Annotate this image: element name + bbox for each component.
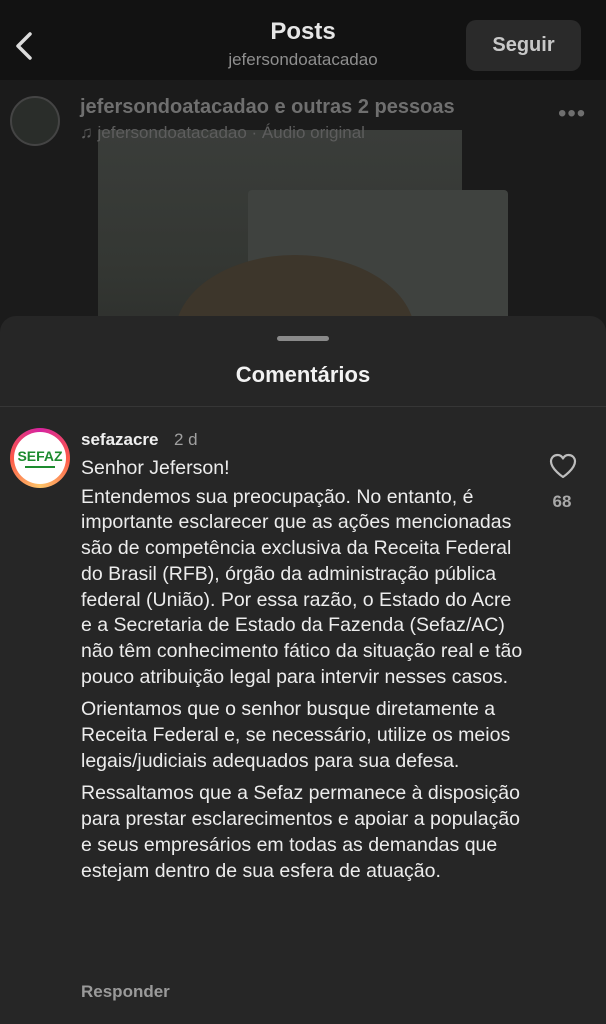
sheet-drag-handle[interactable] [277, 336, 329, 341]
audio-label: jefersondoatacadao · Áudio original [97, 123, 365, 142]
comment-paragraph: Entendemos sua preocupação. No entanto, … [81, 485, 523, 688]
comment-avatar[interactable]: SEFAZ [10, 428, 70, 488]
more-options-icon[interactable]: ••• [558, 100, 586, 128]
comment-body: Senhor Jeferson! Entendemos sua preocupa… [81, 456, 526, 891]
sefaz-logo: SEFAZ [14, 432, 66, 484]
sefaz-logo-text: SEFAZ [17, 448, 63, 464]
heart-icon[interactable] [548, 452, 578, 480]
post-author-avatar[interactable] [10, 96, 60, 146]
sefaz-logo-line [25, 466, 55, 468]
comments-title: Comentários [235, 362, 371, 387]
music-note-icon: ♫ [80, 123, 98, 142]
post-background: jefersondoatacadao e outras 2 pessoas ♫ … [0, 80, 606, 340]
post-users[interactable]: jefersondoatacadao e outras 2 pessoas [80, 96, 455, 119]
post-audio[interactable]: ♫ jefersondoatacadao · Áudio original [80, 123, 365, 143]
reply-button[interactable]: Responder [81, 982, 170, 1002]
comment-paragraph: Orientamos que o senhor busque diretamen… [81, 698, 511, 772]
like-count: 68 [552, 492, 572, 511]
comment-paragraph: Ressaltamos que a Sefaz permanece à disp… [81, 782, 521, 882]
divider [0, 406, 606, 407]
follow-button[interactable]: Seguir [466, 20, 581, 71]
comment-paragraph: Senhor Jeferson! [81, 457, 230, 479]
comments-sheet: Comentários SEFAZ sefazacre 2 d Senhor J… [0, 316, 606, 1024]
comment-username[interactable]: sefazacre [81, 430, 159, 450]
comment-time: 2 d [174, 430, 198, 449]
top-header: Posts jefersondoatacadao Seguir [0, 0, 606, 80]
